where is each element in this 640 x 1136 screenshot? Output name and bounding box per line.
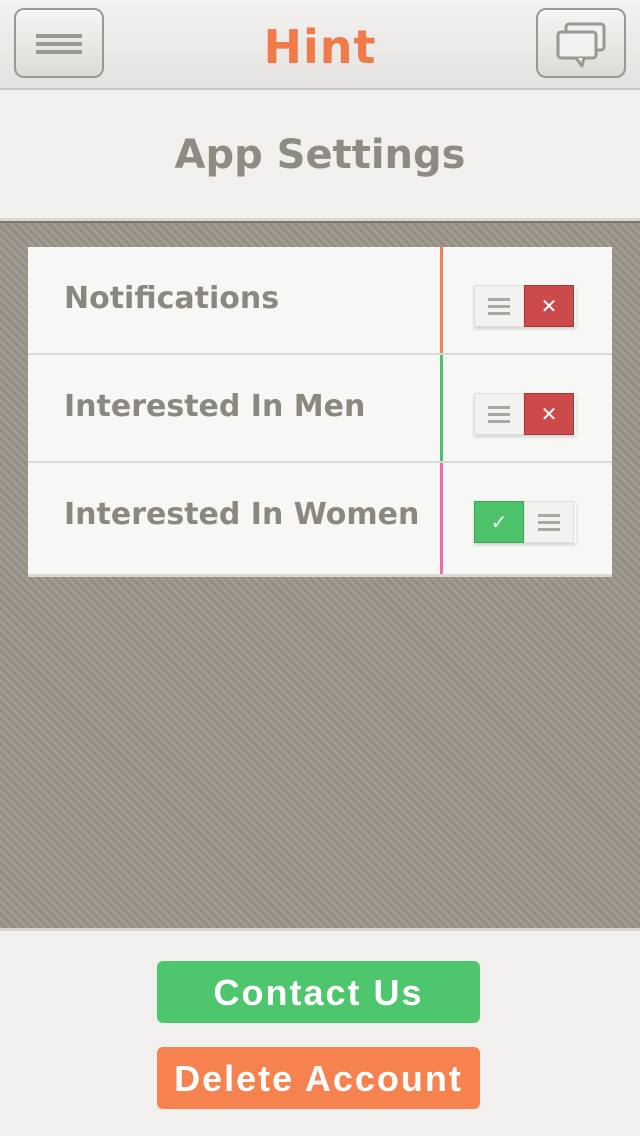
setting-row-interested-women: Interested In Women ✓	[28, 463, 612, 577]
delete-account-button[interactable]: Delete Account	[157, 1047, 480, 1109]
accent-bar	[440, 247, 443, 353]
accent-bar	[440, 355, 443, 461]
notifications-toggle[interactable]: ✕	[474, 285, 576, 327]
page-title: App Settings	[174, 132, 466, 178]
page-header: App Settings	[0, 90, 640, 221]
setting-label: Notifications	[64, 281, 280, 316]
check-icon: ✓	[474, 501, 524, 543]
bottom-actions: Contact Us Delete Account	[0, 931, 640, 1136]
settings-area: Notifications ✕ Interested In Men ✕ Inte…	[0, 221, 640, 931]
close-icon: ✕	[524, 393, 574, 435]
interested-women-toggle[interactable]: ✓	[474, 501, 576, 543]
interested-men-toggle[interactable]: ✕	[474, 393, 576, 435]
chat-bubbles-icon	[556, 22, 606, 68]
toggle-grip-icon[interactable]	[474, 285, 524, 327]
setting-row-notifications: Notifications ✕	[28, 247, 612, 355]
contact-us-button[interactable]: Contact Us	[157, 961, 480, 1023]
top-bar: Hint	[0, 0, 640, 90]
setting-row-interested-men: Interested In Men ✕	[28, 355, 612, 463]
setting-label: Interested In Women	[64, 497, 420, 532]
toggle-grip-icon[interactable]	[524, 501, 574, 543]
close-icon: ✕	[524, 285, 574, 327]
accent-bar	[440, 463, 443, 574]
messages-button[interactable]	[536, 8, 626, 78]
toggle-grip-icon[interactable]	[474, 393, 524, 435]
settings-card: Notifications ✕ Interested In Men ✕ Inte…	[28, 247, 612, 577]
setting-label: Interested In Men	[64, 389, 366, 424]
